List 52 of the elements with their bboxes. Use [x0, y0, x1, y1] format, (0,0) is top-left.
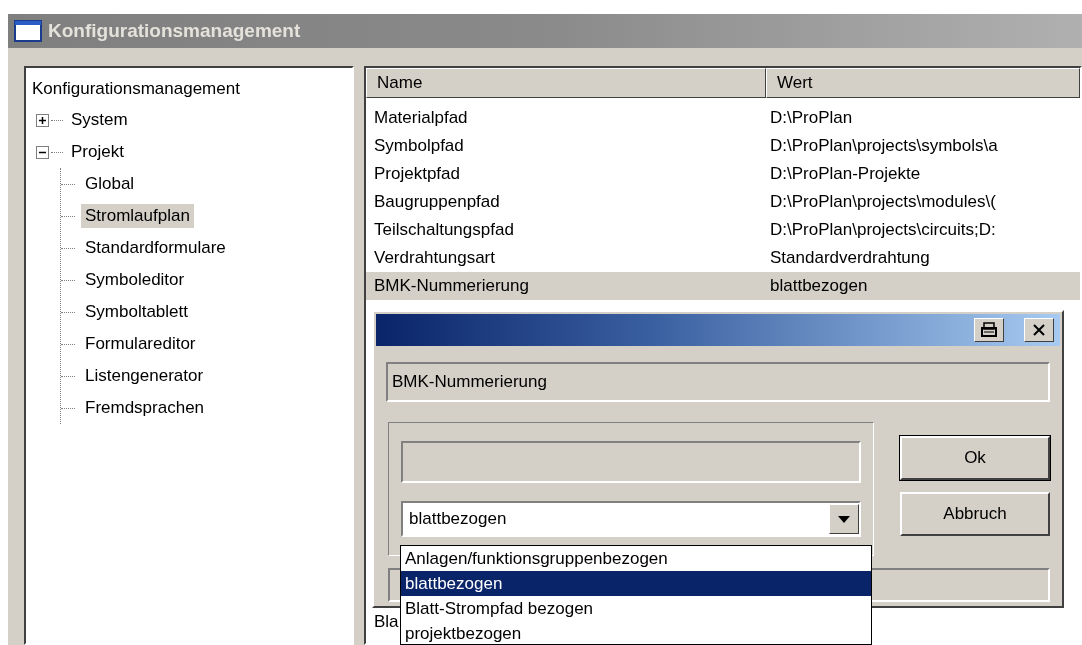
print-button[interactable] — [974, 318, 1004, 342]
column-header[interactable]: Wert — [766, 68, 1080, 98]
dropdown-option[interactable]: Blatt-Strompfad bezogen — [401, 596, 871, 621]
list-cell-text: D:\ProPlan\projects\modules\( — [769, 192, 997, 212]
dropdown-option[interactable]: blattbezogen — [401, 571, 871, 596]
window-icon — [14, 20, 42, 42]
dropdown-option[interactable]: Anlagen/funktionsgruppenbezogen — [401, 546, 871, 571]
list-cell-text: Teilschaltungspfad — [373, 220, 515, 240]
input-field[interactable] — [401, 441, 861, 483]
printer-icon — [980, 322, 998, 338]
tree-item[interactable]: Symboleditor — [81, 268, 189, 292]
tree-item[interactable]: Standardformulare — [81, 236, 230, 260]
window-title: Konfigurationsmanagement — [48, 20, 301, 42]
list-row[interactable]: Projektpfad D:\ProPlan-Projekte — [366, 160, 1080, 188]
tree-item[interactable]: Symboltablett — [81, 300, 192, 324]
close-button[interactable] — [1024, 318, 1054, 342]
collapse-icon[interactable] — [36, 145, 49, 159]
list-cell-text: Materialpfad — [373, 108, 469, 128]
tree-item[interactable]: Stromlaufplan — [81, 204, 194, 228]
column-header[interactable]: Name — [366, 68, 766, 98]
list-cell-text: D:\ProPlan — [769, 108, 854, 128]
tree-item[interactable]: Fremdsprachen — [81, 396, 209, 420]
tree-item[interactable]: Formulareditor — [81, 332, 200, 356]
list-cell-text: Baugruppenpfad — [373, 192, 501, 212]
close-icon — [1032, 323, 1046, 337]
tree-item[interactable]: Konfigurationsmanagement — [32, 74, 240, 104]
list-row[interactable]: Symbolpfad D:\ProPlan\projects\symbols\a — [366, 132, 1080, 160]
tree-item[interactable]: System — [67, 108, 132, 132]
list-row[interactable]: Verdrahtungsart Standardverdrahtung — [366, 244, 1080, 272]
list-cell-text: D:\ProPlan\projects\circuits;D: — [769, 220, 997, 240]
tree-item[interactable]: Projekt — [67, 140, 128, 164]
list-cell-text: blattbezogen — [769, 276, 869, 296]
list-cell-text: Projektpfad — [373, 164, 461, 184]
list-row[interactable]: Baugruppenpfad D:\ProPlan\projects\modules\( — [366, 188, 1080, 216]
dropdown-option[interactable]: projektbezogen — [401, 621, 871, 644]
list-cell-text: Symbolpfad — [373, 136, 465, 156]
list-cell-text: Standardverdrahtung — [769, 248, 931, 268]
list-cell-text: D:\ProPlan\projects\symbols\a — [769, 136, 999, 156]
cancel-button[interactable]: Abbruch — [900, 492, 1050, 536]
list-cell-text: BMK-Nummerierung — [373, 276, 530, 296]
list-row[interactable]: Materialpfad D:\ProPlan — [366, 104, 1080, 132]
list-cell-text: D:\ProPlan-Projekte — [769, 164, 922, 184]
tree-item[interactable]: Listengenerator — [81, 364, 208, 388]
dropdown-field[interactable]: blattbezogen — [401, 501, 861, 537]
list-cell-text: Verdrahtungsart — [373, 248, 496, 268]
name-field: BMK-Nummerierung — [386, 362, 1050, 402]
ok-button[interactable]: Ok — [900, 436, 1050, 480]
list-cell: Bla — [374, 613, 399, 631]
list-row[interactable]: BMK-Nummerierung blattbezogen — [366, 272, 1080, 300]
list-row[interactable]: Teilschaltungspfad D:\ProPlan\projects\circuits;D: — [366, 216, 1080, 244]
expand-icon[interactable] — [36, 113, 49, 127]
tree-item[interactable]: Global — [81, 172, 139, 196]
